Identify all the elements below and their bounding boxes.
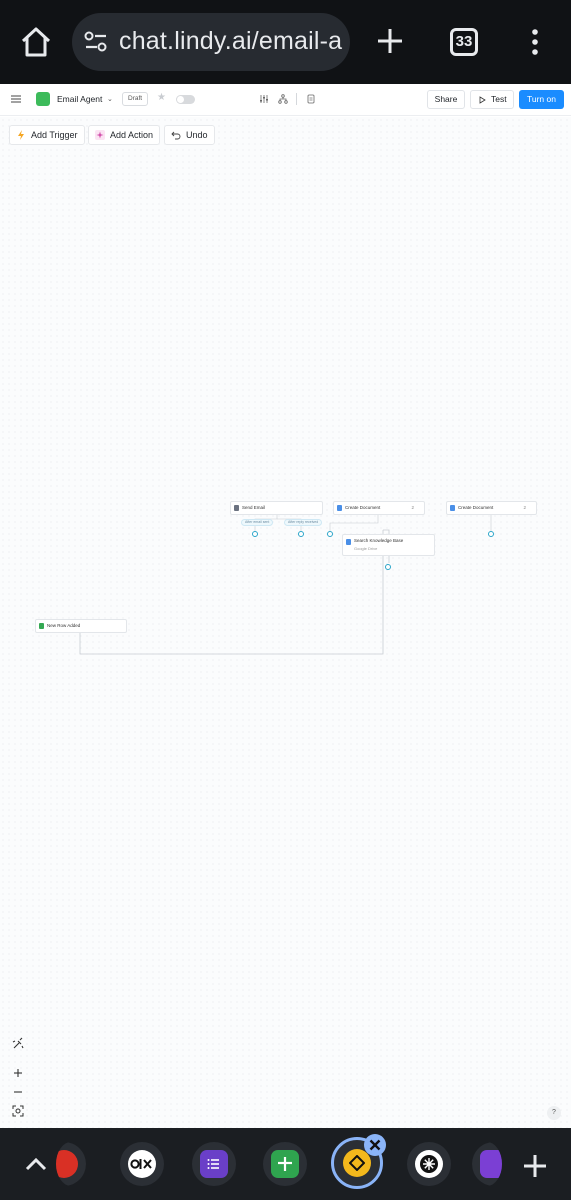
dock-app-purple[interactable] — [472, 1142, 502, 1186]
agent-toggle[interactable] — [176, 95, 195, 104]
dock-app-red[interactable] — [56, 1142, 86, 1186]
status-badge: Draft — [122, 92, 149, 106]
node-count: 2 — [411, 505, 414, 510]
test-button-label: Test — [491, 94, 507, 104]
turn-on-button[interactable]: Turn on — [519, 90, 564, 109]
doc-icon — [337, 505, 342, 511]
fit-view-icon[interactable] — [11, 1104, 25, 1118]
send-email-label: Send Email — [242, 505, 266, 510]
zoom-out-icon[interactable] — [11, 1085, 25, 1099]
dock-app-snowflake[interactable] — [407, 1142, 451, 1186]
add-step-button[interactable] — [252, 531, 258, 537]
home-icon[interactable] — [18, 24, 54, 60]
add-step-button[interactable] — [385, 564, 391, 570]
app-header: Email Agent ⌄ Draft ★ Share Test Turn on — [0, 84, 571, 116]
create-document-node[interactable]: Create Document 2 — [446, 501, 537, 515]
agent-name[interactable]: Email Agent — [57, 94, 102, 104]
tab-switcher-button[interactable]: 33 — [450, 28, 478, 56]
toolbar-divider — [296, 93, 297, 105]
create-document-label: Create Document — [458, 505, 494, 510]
add-step-button[interactable] — [327, 531, 333, 537]
node-count: 2 — [523, 505, 526, 510]
dock-app-sheets[interactable] — [263, 1142, 307, 1186]
zoom-in-icon[interactable] — [11, 1066, 25, 1080]
add-step-button[interactable] — [488, 531, 494, 537]
clean-icon[interactable] — [11, 1037, 25, 1051]
add-step-button[interactable] — [298, 531, 304, 537]
share-button[interactable]: Share — [427, 90, 465, 109]
more-vert-icon[interactable] — [530, 28, 540, 56]
branch-label[interactable]: After email sent — [241, 519, 274, 526]
hamburger-icon[interactable] — [11, 95, 21, 103]
site-settings-icon[interactable] — [84, 31, 108, 53]
app-diamond-icon — [349, 1155, 365, 1171]
create-document-node[interactable]: Create Document 2 — [333, 501, 425, 515]
flow-tree-icon[interactable] — [278, 94, 288, 104]
url-text: chat.lindy.ai/email-a — [119, 27, 343, 55]
document-icon[interactable] — [306, 94, 316, 104]
search-kb-label: Search Knowledge Base — [354, 538, 404, 543]
alx-logo-icon — [130, 1159, 152, 1169]
search-knowledge-base-node[interactable]: Search Knowledge Base Google Drive — [342, 534, 435, 556]
browser-top-bar: chat.lindy.ai/email-a 33 — [0, 0, 571, 84]
sliders-icon[interactable] — [259, 94, 269, 104]
snowflake-icon — [423, 1158, 435, 1170]
sheets-grid-icon — [278, 1157, 292, 1171]
dock-app-alx[interactable] — [120, 1142, 164, 1186]
new-row-label: New Row Added — [47, 623, 81, 628]
add-icon[interactable] — [522, 1153, 548, 1179]
new-tab-icon[interactable] — [375, 26, 405, 56]
url-bar[interactable]: chat.lindy.ai/email-a — [72, 13, 350, 71]
bottom-dock — [0, 1128, 571, 1200]
branch-label[interactable]: After reply received — [284, 519, 323, 526]
star-icon[interactable]: ★ — [157, 92, 166, 103]
knowledge-base-icon — [346, 539, 351, 545]
agent-logo — [36, 92, 50, 106]
test-button[interactable]: Test — [470, 90, 514, 109]
chevron-up-icon[interactable] — [24, 1156, 48, 1172]
chevron-down-icon[interactable]: ⌄ — [107, 95, 113, 103]
dock-app-list[interactable] — [192, 1142, 236, 1186]
mail-icon — [234, 505, 239, 511]
doc-icon — [450, 505, 455, 511]
workflow-canvas[interactable]: Add Trigger Add Action Undo Send Email C… — [0, 117, 571, 1128]
create-document-label: Create Document — [345, 505, 381, 510]
list-icon — [207, 1159, 219, 1169]
close-icon[interactable] — [363, 1133, 387, 1157]
play-icon — [479, 96, 486, 104]
new-row-added-trigger-node[interactable]: New Row Added — [35, 619, 127, 633]
sheets-icon — [39, 623, 44, 629]
send-email-node[interactable]: Send Email — [230, 501, 323, 515]
search-kb-source: Google Drive — [354, 546, 378, 551]
help-button[interactable]: ? — [547, 1106, 561, 1120]
